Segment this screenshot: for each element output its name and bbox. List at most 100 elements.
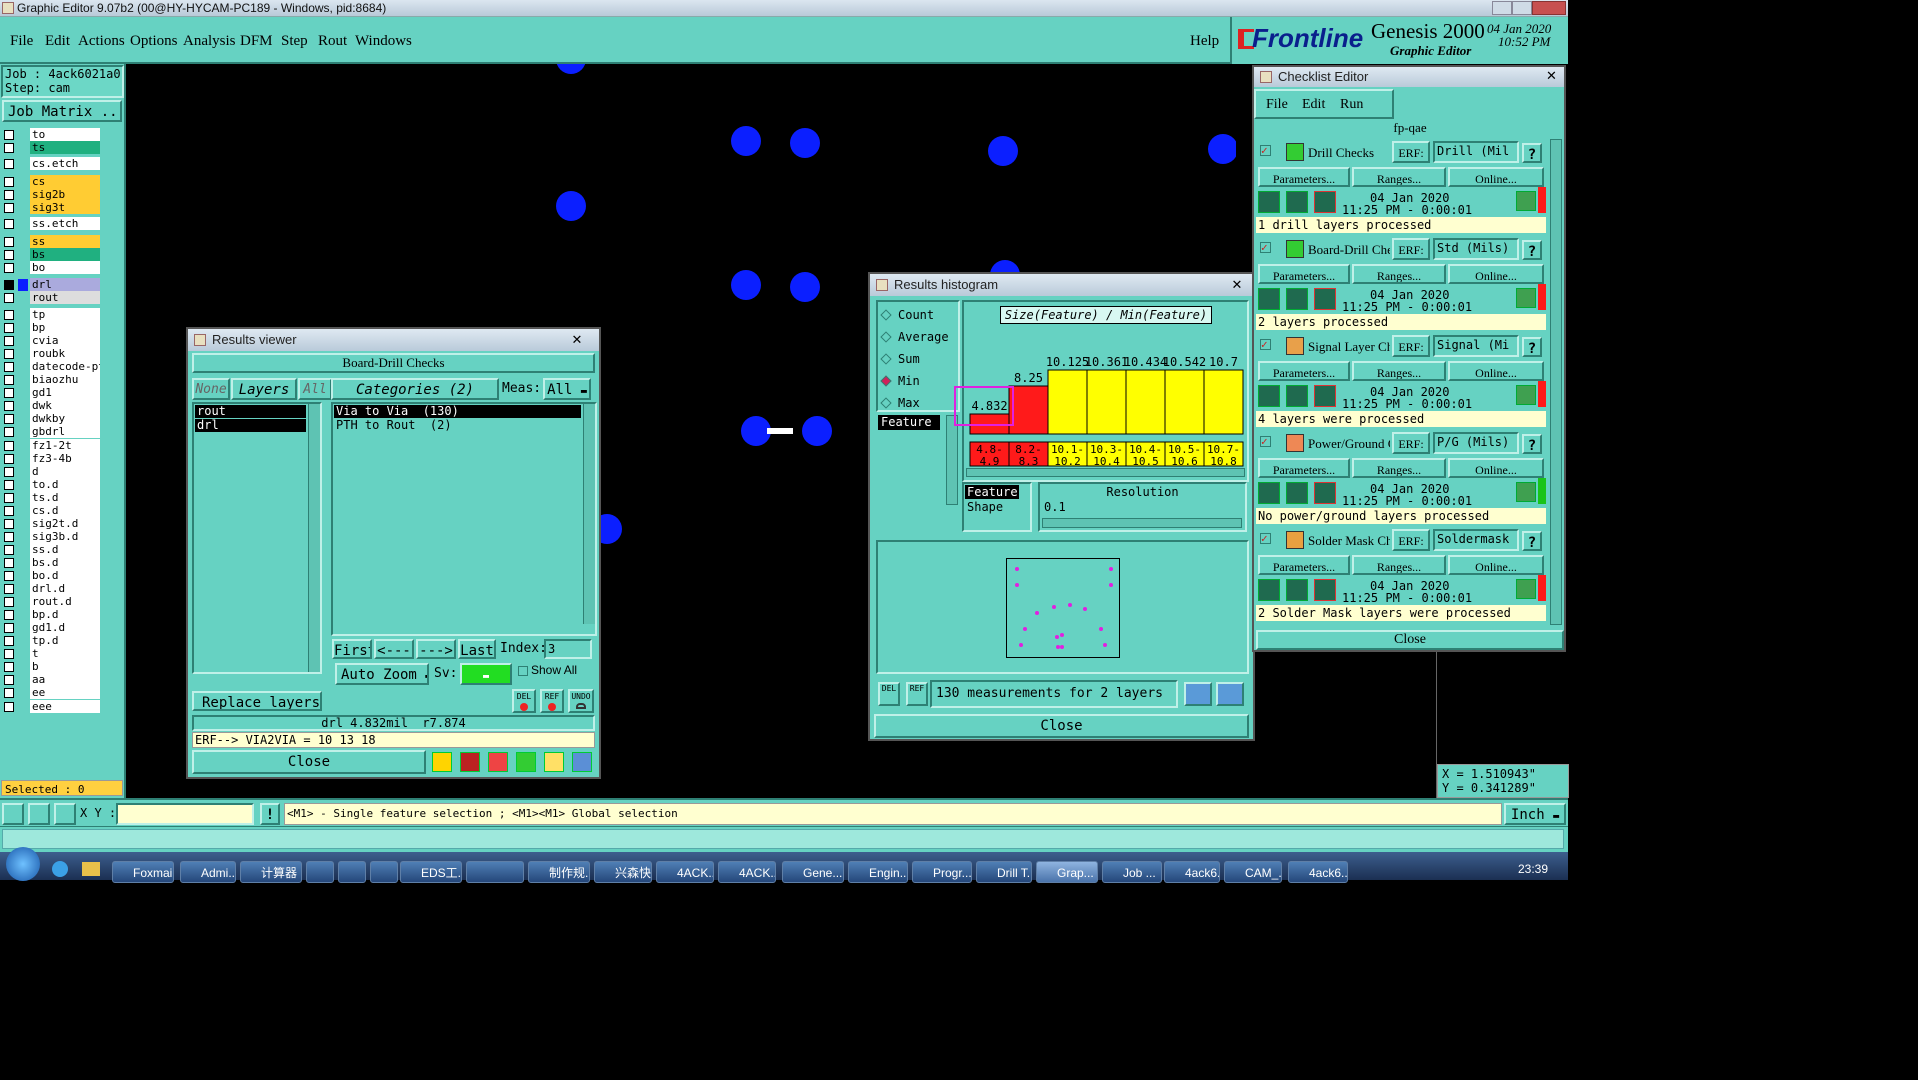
category-item[interactable]: PTH to Rout (2) xyxy=(334,419,581,432)
job-matrix-button[interactable]: Job Matrix ... xyxy=(2,100,122,122)
layer-row[interactable]: to xyxy=(4,128,100,142)
layer-row[interactable]: cs.etch xyxy=(4,157,100,171)
help-menu[interactable]: Help xyxy=(1190,33,1219,50)
layer-row[interactable]: bo.d xyxy=(4,569,100,583)
taskbar-item[interactable]: 兴森快... xyxy=(594,861,652,883)
layer-checkbox[interactable] xyxy=(4,349,14,360)
parameters-button[interactable]: Parameters... xyxy=(1258,264,1350,284)
zoom-out-icon[interactable] xyxy=(1216,682,1244,706)
online-button[interactable]: Online... xyxy=(1448,555,1544,575)
layer-row[interactable]: drl.d xyxy=(4,582,100,596)
layer-checkbox[interactable] xyxy=(4,293,14,303)
menu-dfm[interactable]: DFM xyxy=(240,33,273,50)
layer-checkbox[interactable] xyxy=(4,310,14,320)
layer-checkbox[interactable] xyxy=(4,237,14,247)
layer-row[interactable]: gbdrl xyxy=(4,425,100,439)
layer-checkbox[interactable] xyxy=(4,453,14,464)
categories-tab[interactable]: Categories (2) xyxy=(331,378,499,400)
layer-checkbox[interactable] xyxy=(4,250,14,260)
layer-checkbox[interactable] xyxy=(4,280,14,290)
hist-ref-button[interactable]: REF xyxy=(906,682,928,706)
auto-zoom-select[interactable]: Auto Zoom ▬ xyxy=(335,663,429,685)
layer-row[interactable]: rout.d xyxy=(4,595,100,609)
layer-checkbox[interactable] xyxy=(4,701,14,712)
parameters-button[interactable]: Parameters... xyxy=(1258,555,1350,575)
menu-rout[interactable]: Rout xyxy=(318,33,347,50)
taskbar-item[interactable]: Engin... xyxy=(848,861,908,883)
xy-input[interactable] xyxy=(116,803,254,825)
layer-checkbox[interactable] xyxy=(4,440,14,451)
check-name[interactable]: Power/Ground C xyxy=(1308,436,1390,452)
warning-icon[interactable]: ! xyxy=(260,803,280,825)
check-name[interactable]: Board-Drill Che xyxy=(1308,242,1390,258)
help-icon[interactable]: ? xyxy=(1522,337,1542,357)
layer-checkbox[interactable] xyxy=(4,388,14,399)
erf-field[interactable]: Signal (Mi xyxy=(1433,335,1519,357)
check-name[interactable]: Drill Checks xyxy=(1308,145,1390,161)
layer-row[interactable]: b xyxy=(4,660,100,674)
layer-row[interactable]: to.d xyxy=(4,477,100,492)
next-button[interactable]: ---> xyxy=(416,639,456,659)
layer-row[interactable]: tp.d xyxy=(4,634,100,648)
histogram-bar[interactable] xyxy=(1125,369,1166,435)
zoom-icon[interactable] xyxy=(1516,288,1536,308)
run-icon[interactable] xyxy=(1286,191,1308,213)
layer-row[interactable]: cvia xyxy=(4,334,100,348)
layer-checkbox[interactable] xyxy=(4,492,14,503)
folder-icon[interactable] xyxy=(82,862,100,876)
erf-field[interactable]: Soldermask xyxy=(1433,529,1519,551)
run-icon[interactable] xyxy=(1258,482,1280,504)
taskbar-item[interactable] xyxy=(466,861,524,883)
check-name[interactable]: Signal Layer Ch xyxy=(1308,339,1390,355)
replace-layers-select[interactable]: Replace layers ▬ xyxy=(192,691,322,711)
ie-icon[interactable] xyxy=(52,861,68,877)
menu-windows[interactable]: Windows xyxy=(355,33,412,50)
layer-row[interactable]: ss.d xyxy=(4,542,100,557)
layer-checkbox[interactable] xyxy=(4,505,14,516)
run-icon[interactable] xyxy=(1286,482,1308,504)
feature-list-item[interactable]: Shape xyxy=(964,500,1030,514)
layer-row[interactable]: roubk xyxy=(4,347,100,361)
enable-checkbox[interactable]: ✓ xyxy=(1260,145,1271,156)
taskbar-item[interactable]: 4ack6... xyxy=(1288,861,1348,883)
erf-field[interactable]: Drill (Mil xyxy=(1433,141,1519,163)
ranges-button[interactable]: Ranges... xyxy=(1352,458,1446,478)
checklist-menu-run[interactable]: Run xyxy=(1340,97,1363,113)
hist-del-button[interactable]: DEL xyxy=(878,682,900,706)
all-button[interactable]: All xyxy=(298,378,332,400)
erf-button[interactable]: ERF: xyxy=(1392,432,1430,454)
layer-row[interactable]: ts xyxy=(4,141,100,155)
show-all-checkbox[interactable] xyxy=(518,666,528,676)
layer-row[interactable]: sig3b.d xyxy=(4,529,100,544)
taskbar-item[interactable]: Foxmail xyxy=(112,861,174,883)
layer-row[interactable]: sig3t xyxy=(4,201,100,215)
layer-checkbox[interactable] xyxy=(4,557,14,568)
layer-row[interactable]: cs.d xyxy=(4,503,100,518)
layer-checkbox[interactable] xyxy=(4,414,14,425)
tool-icon[interactable] xyxy=(488,752,508,772)
histogram-bar[interactable] xyxy=(1047,369,1088,435)
taskbar-item[interactable]: CAM_... xyxy=(1224,861,1282,883)
run-icon[interactable] xyxy=(1314,385,1336,407)
sv-color-select[interactable]: ▬ xyxy=(460,663,512,685)
category-list[interactable]: Via to Via (130) PTH to Rout (2) xyxy=(331,402,597,636)
taskbar-item[interactable]: 4ack6... xyxy=(1164,861,1220,883)
layer-checkbox[interactable] xyxy=(4,636,14,647)
layer-checkbox[interactable] xyxy=(4,263,14,273)
taskbar-item[interactable] xyxy=(370,861,398,883)
close-icon[interactable]: ✕ xyxy=(1546,68,1557,84)
taskbar-item[interactable]: EDS工... xyxy=(400,861,462,883)
layers-tab[interactable]: Layers xyxy=(231,378,297,400)
erf-button[interactable]: ERF: xyxy=(1392,141,1430,163)
taskbar-item[interactable]: Job ... xyxy=(1102,861,1162,883)
layer-checkbox[interactable] xyxy=(4,675,14,686)
run-icon[interactable] xyxy=(1314,191,1336,213)
layer-row[interactable]: ee xyxy=(4,686,100,700)
hist-close-button[interactable]: Close xyxy=(874,714,1249,738)
layer-checkbox[interactable] xyxy=(4,544,14,555)
layer-row[interactable]: eee xyxy=(4,699,100,714)
erf-field[interactable]: P/G (Mils) xyxy=(1433,432,1519,454)
layer-row[interactable]: ss.etch xyxy=(4,217,100,231)
ranges-button[interactable]: Ranges... xyxy=(1352,167,1446,187)
category-item[interactable]: Via to Via (130) xyxy=(334,405,581,418)
